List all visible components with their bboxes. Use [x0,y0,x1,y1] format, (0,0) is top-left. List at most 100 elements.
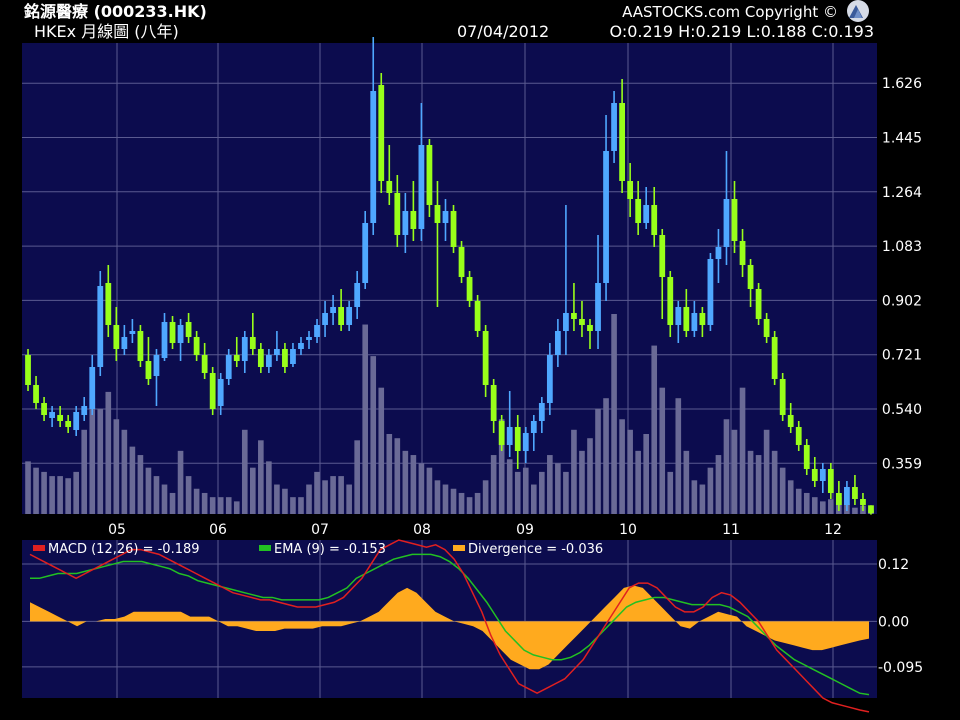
divergence-legend-swatch [453,545,465,551]
candle-body [522,433,529,451]
volume-bar [81,429,88,514]
candle-body [394,193,401,235]
candle-body [81,406,88,415]
volume-bar [811,497,818,514]
candle-body [265,355,272,367]
candle-body [747,265,754,289]
candle-body [290,349,296,364]
candle-body [675,307,682,325]
price-tick-label: 0.540 [882,402,922,418]
candle-body [844,487,850,505]
price-tick-label: 1.264 [882,185,922,201]
volume-bar [659,387,666,514]
candle-body [691,313,698,331]
volume-bar [699,484,706,514]
candlestick [771,331,778,385]
volume-bar [747,450,754,514]
candlestick [707,253,714,331]
candle-body [225,355,232,379]
volume-bar [522,467,529,514]
volume-bar [579,450,585,514]
candle-body [587,325,593,331]
volume-bar [57,476,63,514]
volume-bar [169,492,176,514]
volume-bar [410,455,417,514]
time-tick-label: 07 [311,522,329,538]
candle-body [627,181,634,199]
candle-body [386,181,393,193]
candle-body [274,349,280,355]
candle-body [514,427,521,451]
volume-bar [338,476,344,514]
volume-bar [442,484,449,514]
candle-body [611,103,617,151]
price-tick-label: 1.083 [882,239,922,255]
volume-bar [65,478,71,514]
volume-bar [193,488,200,514]
volume-bar [49,476,55,514]
candlestick [209,367,216,415]
volume-bar [667,471,674,514]
volume-bar [386,434,393,514]
ema-legend-swatch [259,545,271,551]
volume-bar [627,429,633,514]
volume-bar [595,408,601,514]
candlestick [450,205,457,253]
candle-body [827,469,834,493]
candle-body [402,211,409,235]
candle-body [145,361,152,379]
candle-body [571,313,577,319]
volume-bar [474,492,481,514]
volume-bar [458,492,465,514]
candle-body [97,286,104,367]
volume-bar [675,398,682,514]
macd-legend: MACD (12,26) = -0.189 EMA (9) = -0.153 D… [33,542,603,557]
time-tick-label: 06 [209,522,227,538]
candle-body [426,145,433,205]
volume-bar [290,497,296,514]
volume-bar [378,387,385,514]
stock-chart: 銘源醫療 (000233.HK) HKEx 月線圖 (八年) AASTOCKS.… [0,0,960,720]
volume-bar [795,488,802,514]
candle-body [41,403,47,415]
volume-bar [161,484,168,514]
volume-bar [426,467,433,514]
macd-tick-label: 0.00 [878,614,909,630]
candle-body [723,199,730,247]
volume-bar [322,480,328,514]
volume-bar [137,455,144,514]
candle-body [498,421,505,445]
candle-body [73,412,80,430]
candle-body [257,349,264,367]
volume-bar [105,391,112,514]
volume-bar [739,387,746,514]
volume-bar [434,480,441,514]
time-tick-label: 05 [108,522,126,538]
candle-body [852,487,858,499]
volume-bar [530,484,537,514]
volume-bar [153,476,160,514]
candle-body [739,241,746,265]
candle-body [330,307,336,313]
volume-bar [129,446,136,514]
volume-bar [683,450,690,514]
candle-body [410,211,417,229]
volume-bar [506,459,513,514]
volume-bar [258,440,264,514]
candle-body [282,349,288,367]
time-tick-label: 10 [619,522,637,538]
divergence-legend-label: Divergence = -0.036 [468,542,603,557]
price-tick-label: 0.902 [882,293,922,309]
candle-body [715,247,722,259]
volume-bar [370,356,377,514]
volume-bar [362,324,369,514]
candle-body [370,91,377,223]
price-tick-label: 0.721 [882,348,922,364]
candle-body [563,313,569,331]
candle-body [169,322,176,343]
candle-body [554,331,561,355]
volume-bar [587,438,593,514]
candle-body [546,355,553,403]
candle-body [787,415,794,427]
volume-bar [241,429,248,514]
